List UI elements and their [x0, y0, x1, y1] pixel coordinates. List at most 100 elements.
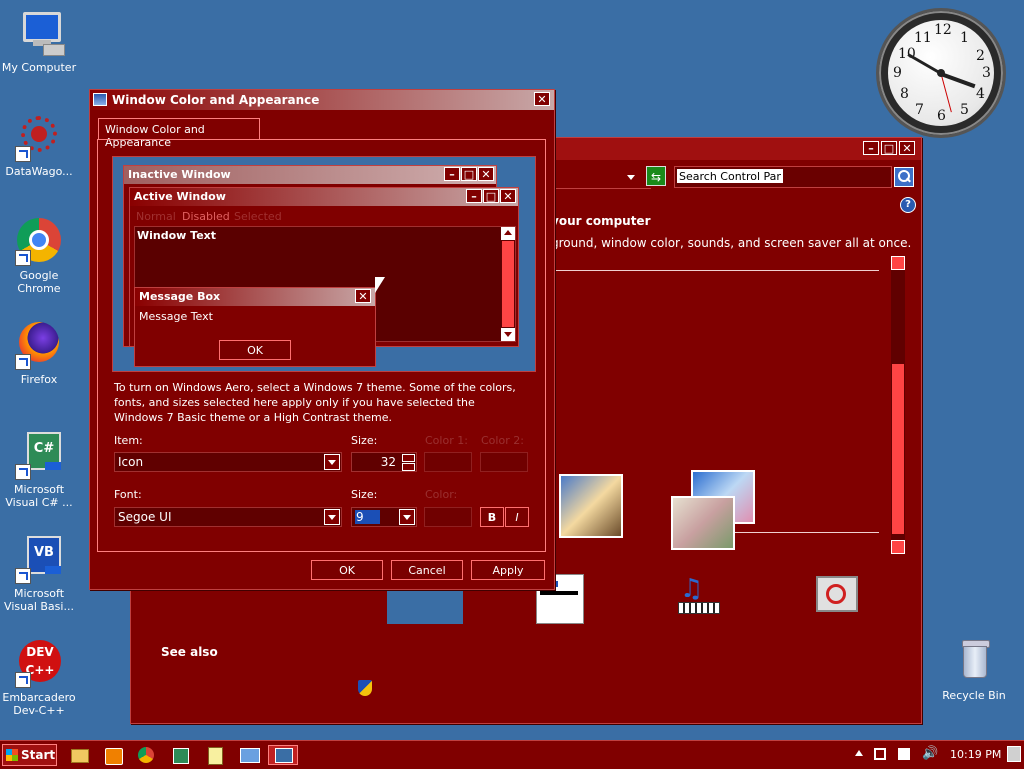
chevron-down-icon[interactable] [324, 454, 340, 470]
dialog-titlebar[interactable]: Window Color and Appearance ✕ [90, 90, 554, 110]
clock-number: 6 [937, 108, 946, 124]
scrollbar-thumb[interactable] [892, 364, 904, 534]
clock-number: 3 [982, 65, 991, 81]
theme-thumbnail[interactable] [551, 474, 631, 554]
dialog-title: Window Color and Appearance [112, 93, 320, 107]
help-icon[interactable]: ? [900, 197, 916, 213]
spinner-up-icon[interactable] [402, 454, 415, 462]
cancel-button[interactable]: Cancel [391, 560, 463, 580]
font-select[interactable]: Segoe UI [114, 507, 342, 527]
refresh-button[interactable]: ⇆ [646, 166, 666, 186]
tab-window-color[interactable]: Window Color and Appearance [98, 118, 260, 149]
theme-list-pane[interactable] [551, 256, 881, 556]
menu-selected: Selected [234, 210, 282, 223]
search-box[interactable] [674, 166, 892, 188]
volume-icon[interactable]: 🔊 [922, 746, 938, 761]
close-button[interactable]: ✕ [899, 141, 915, 155]
desktop-icon-recycle-bin[interactable]: Recycle Bin [936, 638, 1012, 702]
message-box-title: Message Box [139, 290, 221, 303]
item-select[interactable]: Icon [114, 452, 342, 472]
sounds-tile[interactable]: ♫ [676, 574, 724, 620]
apply-button[interactable]: Apply [471, 560, 545, 580]
clock-gadget[interactable]: 12 1 2 3 4 5 6 7 8 9 10 11 [876, 8, 1006, 138]
taskbar-media-player[interactable] [100, 745, 126, 765]
preview-scrollbar [501, 227, 515, 341]
item-label: Item: [114, 434, 143, 447]
search-input[interactable] [677, 169, 783, 183]
taskbar: Start 🔊 10:19 PM [0, 740, 1024, 769]
see-also-heading: See also [161, 645, 218, 659]
start-button[interactable]: Start [2, 744, 57, 766]
theme-thumbnail[interactable] [641, 466, 771, 556]
desktop-icon-firefox[interactable]: Firefox [1, 322, 77, 386]
devcpp-icon: DEV C++ [15, 640, 63, 688]
ok-button[interactable]: OK [311, 560, 383, 580]
window-color-dialog[interactable]: Window Color and Appearance ✕ Window Col… [89, 89, 555, 590]
desktop-icon-visual-csharp[interactable]: C# Microsoft Visual C# ... [1, 432, 77, 509]
chevron-down-icon[interactable] [399, 509, 415, 525]
refresh-icon: ⇆ [650, 170, 662, 184]
desktop-icon-devcpp[interactable]: DEV C++ Embarcadero Dev-C++ [1, 640, 77, 717]
italic-button[interactable]: I [505, 507, 529, 527]
item-size-value: 32 [380, 455, 396, 469]
item-size-spinner[interactable]: 32 [351, 452, 417, 472]
tab-panel: Inactive Window – □ ✕ Active Window – □ … [97, 139, 546, 552]
theme-scrollbar[interactable] [891, 256, 905, 554]
chevron-down-icon[interactable] [324, 509, 340, 525]
taskbar-visual-csharp[interactable] [168, 745, 194, 765]
chrome-icon [15, 218, 63, 266]
screen-saver-tile[interactable] [814, 574, 860, 620]
personalize-icon [275, 748, 293, 763]
minimize-button[interactable]: – [863, 141, 879, 155]
taskbar-chrome[interactable] [133, 745, 159, 765]
color1-picker [424, 452, 472, 472]
address-bar[interactable] [551, 166, 651, 189]
desktop-icon-visual-basic[interactable]: VB Microsoft Visual Basi... [1, 536, 77, 613]
network-icon [240, 748, 260, 763]
preview-ok-button: OK [219, 340, 291, 360]
desktop-background-tile[interactable] [387, 588, 463, 624]
desktop-icon-label: My Computer [1, 61, 77, 74]
clock-number: 8 [900, 86, 909, 102]
page-subtext: ground, window color, sounds, and screen… [551, 236, 912, 250]
clock-number: 5 [960, 102, 969, 118]
desktop-icon-label: Microsoft Visual Basi... [4, 587, 74, 613]
music-notes-icon: ♫ [680, 574, 704, 604]
clock-number: 2 [976, 48, 985, 64]
appearance-preview: Inactive Window – □ ✕ Active Window – □ … [112, 156, 536, 372]
clock-face: 12 1 2 3 4 5 6 7 8 9 10 11 [888, 20, 994, 126]
desktop-icon-my-computer[interactable]: My Computer [1, 10, 77, 74]
taskbar-network[interactable] [236, 745, 262, 765]
clock-time[interactable]: 10:19 PM [950, 748, 1001, 761]
preview-maximize-icon: □ [461, 167, 477, 181]
show-desktop-button[interactable] [1007, 746, 1021, 762]
chevron-down-icon[interactable] [627, 175, 635, 180]
taskbar-personalize[interactable] [268, 745, 298, 765]
action-center-flag-icon[interactable] [898, 748, 910, 760]
desktop-icon-label: DataWago... [5, 165, 73, 178]
recycle-bin-icon [950, 638, 998, 686]
desktop-icon-label: Recycle Bin [942, 689, 1006, 702]
taskbar-explorer[interactable] [66, 745, 92, 765]
taskbar-notepad[interactable] [202, 745, 228, 765]
font-label: Font: [114, 488, 142, 501]
spinner-down-icon[interactable] [402, 463, 415, 471]
desktop-icon-datawagon[interactable]: DataWago... [1, 114, 77, 178]
chrome-icon [138, 747, 154, 763]
maximize-button[interactable]: □ [881, 141, 897, 155]
clock-number: 11 [914, 30, 932, 46]
show-hidden-icons-icon[interactable] [855, 750, 863, 756]
dialog-close-button[interactable]: ✕ [534, 92, 550, 106]
bold-button[interactable]: B [480, 507, 504, 527]
datawagon-icon [15, 114, 63, 162]
desktop-icon-chrome[interactable]: Google Chrome [1, 218, 77, 295]
font-size-select[interactable]: 9 [351, 507, 417, 527]
desktop-icon-label: Microsoft Visual C# ... [5, 483, 73, 509]
font-value: Segoe UI [118, 510, 172, 524]
no-screensaver-icon [826, 584, 846, 604]
tray-network-icon[interactable] [874, 748, 886, 760]
preview-minimize-icon: – [444, 167, 460, 181]
search-button[interactable] [894, 167, 914, 187]
color1-label: Color 1: [425, 434, 468, 447]
menu-normal: Normal [136, 210, 176, 223]
